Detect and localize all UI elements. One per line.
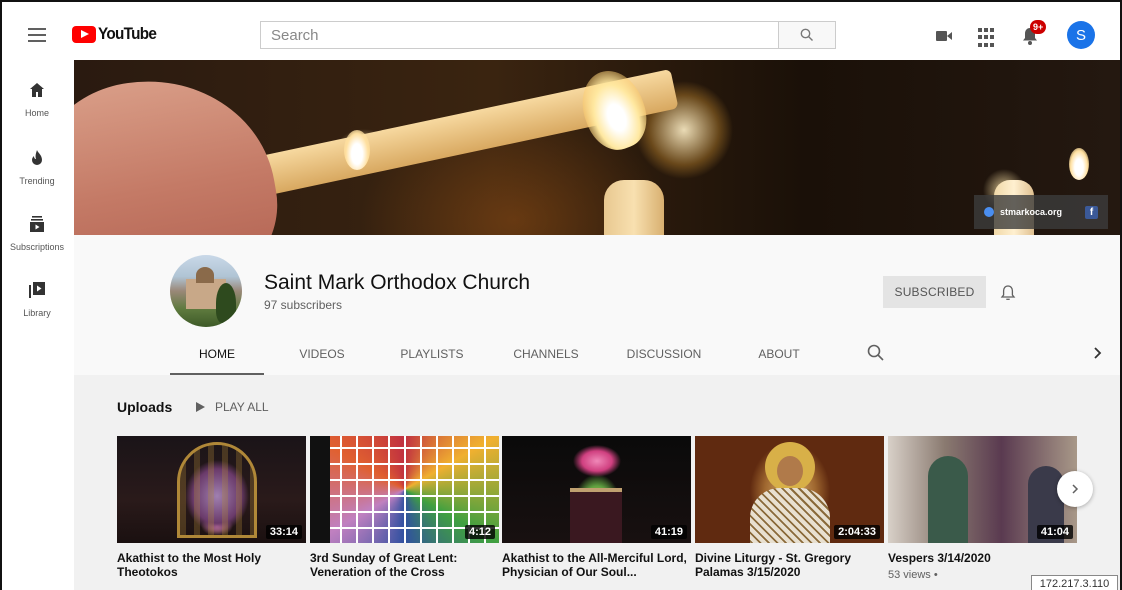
- banner-links: stmarkoca.org f: [974, 195, 1108, 229]
- tab-home[interactable]: HOME: [170, 339, 264, 375]
- banner-flame: [344, 130, 370, 170]
- play-all-button[interactable]: PLAY ALL: [196, 400, 269, 414]
- tab-discussion[interactable]: DISCUSSION: [610, 339, 718, 375]
- video-title[interactable]: Divine Liturgy - St. Gregory Palamas 3/1…: [695, 551, 884, 579]
- website-link[interactable]: stmarkoca.org: [1000, 207, 1062, 217]
- facebook-icon[interactable]: f: [1085, 205, 1098, 219]
- video-thumbnail[interactable]: 2:04:33: [695, 436, 884, 543]
- carousel-next-button[interactable]: [1057, 471, 1093, 507]
- sidebar-item-label: Trending: [19, 176, 55, 186]
- channel-banner: stmarkoca.org f: [74, 60, 1120, 235]
- chevron-right-icon[interactable]: [1090, 345, 1106, 361]
- youtube-play-icon: [72, 25, 96, 43]
- channel-tabs: HOME VIDEOS PLAYLISTS CHANNELS DISCUSSIO…: [170, 339, 824, 375]
- video-duration: 4:12: [464, 525, 495, 539]
- video-duration: 41:04: [1036, 525, 1073, 539]
- tab-channels[interactable]: CHANNELS: [494, 339, 598, 375]
- video-thumbnail[interactable]: 33:14: [117, 436, 306, 543]
- play-icon: [196, 402, 205, 412]
- tab-about[interactable]: ABOUT: [734, 339, 824, 375]
- search-icon: [800, 28, 813, 41]
- uploads-title: Uploads: [117, 399, 173, 415]
- sidebar-item-trending[interactable]: Trending: [2, 148, 72, 186]
- video-duration: 41:19: [650, 525, 687, 539]
- sidebar-item-label: Subscriptions: [9, 242, 65, 252]
- channel-avatar[interactable]: [170, 255, 242, 327]
- apps-grid-icon[interactable]: [978, 28, 998, 48]
- channel-header: Saint Mark Orthodox Church 97 subscriber…: [74, 235, 1120, 375]
- logo-text: YouTube: [98, 24, 157, 43]
- tab-playlists[interactable]: PLAYLISTS: [380, 339, 484, 375]
- video-card[interactable]: 33:14 Akathist to the Most Holy Theotoko…: [117, 436, 306, 579]
- sidebar-item-subscriptions[interactable]: Subscriptions: [2, 214, 72, 252]
- home-icon: [30, 83, 44, 97]
- sidebar-item-library[interactable]: Library: [2, 280, 72, 318]
- notification-badge: 9+: [1030, 20, 1047, 34]
- ip-address-overlay: 172.217.3.110: [1031, 575, 1118, 590]
- channel-search-icon[interactable]: [866, 343, 886, 363]
- video-title[interactable]: Vespers 3/14/2020: [888, 551, 1077, 565]
- video-title[interactable]: Akathist to the Most Holy Theotokos: [117, 551, 306, 579]
- video-card[interactable]: 41:19 Akathist to the All-Merciful Lord,…: [502, 436, 691, 579]
- notification-bell-icon[interactable]: [998, 283, 1018, 303]
- flame-icon: [32, 150, 42, 165]
- chevron-right-icon: [1072, 484, 1079, 494]
- menu-icon[interactable]: [28, 28, 46, 42]
- globe-icon: [984, 207, 994, 217]
- video-duration: 2:04:33: [834, 525, 880, 539]
- video-thumbnail[interactable]: 41:04: [888, 436, 1077, 543]
- video-duration: 33:14: [265, 525, 302, 539]
- uploads-section: Uploads PLAY ALL 33:14 Akathist to the M…: [74, 375, 1120, 590]
- sidebar-item-label: Home: [24, 108, 49, 118]
- video-title[interactable]: Akathist to the All-Merciful Lord, Physi…: [502, 551, 691, 579]
- user-avatar[interactable]: S: [1067, 21, 1095, 49]
- banner-candle: [604, 180, 664, 235]
- tab-videos[interactable]: VIDEOS: [272, 339, 372, 375]
- library-icon: [29, 282, 45, 298]
- video-card[interactable]: 2:04:33 Divine Liturgy - St. Gregory Pal…: [695, 436, 884, 579]
- video-title[interactable]: 3rd Sunday of Great Lent: Veneration of …: [310, 551, 499, 579]
- video-card[interactable]: 4:12 3rd Sunday of Great Lent: Veneratio…: [310, 436, 499, 579]
- top-header: YouTube Search 9+ S: [2, 2, 1120, 60]
- subscriptions-icon: [30, 216, 44, 232]
- subscriber-count: 97 subscribers: [264, 298, 343, 312]
- sidebar: Home Trending Subscriptions Library: [2, 60, 72, 590]
- banner-flame: [1069, 148, 1089, 180]
- play-all-label: PLAY ALL: [215, 400, 269, 414]
- sidebar-item-label: Library: [23, 308, 51, 318]
- subscribed-button[interactable]: SUBSCRIBED: [883, 276, 986, 308]
- search-button[interactable]: [778, 21, 836, 49]
- sidebar-item-home[interactable]: Home: [2, 80, 72, 118]
- channel-name: Saint Mark Orthodox Church: [264, 271, 531, 294]
- create-video-icon[interactable]: [934, 26, 954, 46]
- video-card[interactable]: 41:04 Vespers 3/14/2020 53 views •: [888, 436, 1077, 581]
- video-thumbnail[interactable]: 41:19: [502, 436, 691, 543]
- video-thumbnail[interactable]: 4:12: [310, 436, 499, 543]
- search-input[interactable]: Search: [260, 21, 778, 49]
- youtube-logo[interactable]: YouTube: [72, 24, 163, 44]
- banner-hand: [74, 60, 292, 235]
